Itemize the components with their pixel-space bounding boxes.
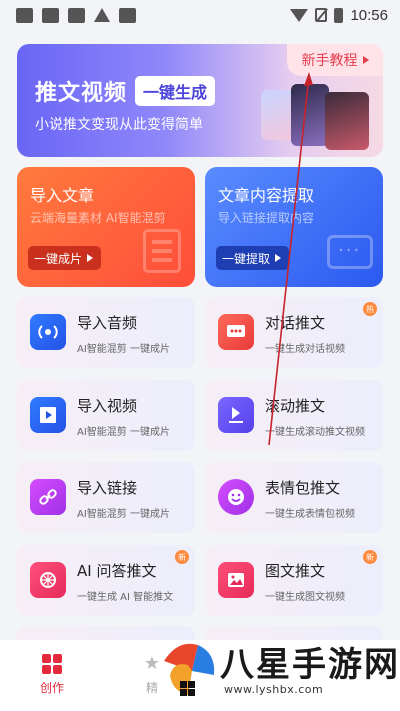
watermark-text: 八星手游网 <box>220 645 400 685</box>
link-icon <box>30 479 66 515</box>
ai-icon <box>30 562 66 598</box>
play-arrow-icon <box>362 56 369 64</box>
card-subtitle: 导入链接提取内容 <box>218 211 315 225</box>
tile-import-link[interactable]: 导入链接 AI智能混剪 一键成片 <box>17 462 195 533</box>
tile-import-audio[interactable]: 导入音频 AI智能混剪 一键成片 <box>17 297 195 368</box>
audio-icon <box>30 314 66 350</box>
banner-pill: 一键生成 <box>135 76 216 106</box>
banner-subtitle: 小说推文变现从此变得简单 <box>35 117 203 133</box>
emoji-icon <box>218 479 254 515</box>
wifi-icon <box>290 8 309 22</box>
message-icon <box>327 235 373 269</box>
notification-icon <box>119 7 136 23</box>
tile-dialog-tweet[interactable]: 对话推文 一键生成对话视频 热 <box>205 297 383 368</box>
card-title: 导入文章 <box>30 186 95 205</box>
button-label: 一键成片 <box>34 251 83 266</box>
watermark-logo-icon <box>164 643 215 696</box>
watermark: 八星手游网 www.lyshbx.com <box>158 623 398 711</box>
tile-title: 滚动推文 <box>265 397 326 415</box>
tutorial-button[interactable]: 新手教程 <box>287 44 383 76</box>
notification-icon <box>68 7 85 23</box>
new-badge: 新 <box>175 550 189 564</box>
tile-title: 对话推文 <box>265 314 326 332</box>
card-subtitle: 云端海量素材 AI智能混剪 <box>30 211 166 225</box>
tile-subtitle: 一键生成滚动推文视频 <box>265 427 365 438</box>
tile-title: AI 问答推文 <box>77 562 157 580</box>
film-icon <box>30 397 66 433</box>
banner-illustration <box>261 84 371 154</box>
image-icon <box>218 562 254 598</box>
nav-create[interactable]: 创作 <box>32 654 72 696</box>
notification-icon <box>16 7 33 23</box>
banner-title: 推文视频 <box>35 81 128 106</box>
tile-title: 表情包推文 <box>265 479 341 497</box>
nav-create-label: 创作 <box>39 681 64 695</box>
no-sim-icon <box>315 8 328 22</box>
create-grid-icon <box>42 654 62 674</box>
watermark-url: www.lyshbx.com <box>224 683 324 696</box>
hot-badge: 热 <box>363 302 377 316</box>
warning-icon <box>94 8 110 22</box>
tile-subtitle: 一键生成图文视频 <box>265 592 345 603</box>
button-label: 一键提取 <box>222 251 271 266</box>
tile-subtitle: AI智能混剪 一键成片 <box>77 427 170 438</box>
clock: 10:56 <box>350 6 388 24</box>
tutorial-label: 新手教程 <box>301 53 358 69</box>
tile-subtitle: AI智能混剪 一键成片 <box>77 344 170 355</box>
import-article-card[interactable]: 导入文章 云端海量素材 AI智能混剪 一键成片 <box>17 167 195 287</box>
tile-ai-qa-tweet[interactable]: AI 问答推文 一键生成 AI 智能推文 新 <box>17 545 195 616</box>
one-click-video-button[interactable]: 一键成片 <box>28 246 102 270</box>
tile-title: 导入音频 <box>77 314 138 332</box>
document-icon <box>143 229 181 273</box>
extract-article-card[interactable]: 文章内容提取 导入链接提取内容 一键提取 <box>205 167 383 287</box>
tile-subtitle: 一键生成 AI 智能推文 <box>77 592 174 603</box>
tile-title: 导入链接 <box>77 479 138 497</box>
tile-title: 导入视频 <box>77 397 138 415</box>
chat-icon <box>218 314 254 350</box>
status-bar: 10:56 <box>0 0 400 30</box>
battery-icon <box>334 7 344 23</box>
card-title: 文章内容提取 <box>218 186 315 205</box>
tile-import-video[interactable]: 导入视频 AI智能混剪 一键成片 <box>17 380 195 451</box>
tile-title: 图文推文 <box>265 562 326 580</box>
tile-emoji-tweet[interactable]: 表情包推文 一键生成表情包视频 <box>205 462 383 533</box>
notification-icon <box>42 7 59 23</box>
play-arrow-icon <box>87 254 94 262</box>
new-badge: 新 <box>363 550 377 564</box>
scroll-icon <box>218 397 254 433</box>
tile-subtitle: 一键生成表情包视频 <box>265 509 355 520</box>
tile-subtitle: 一键生成对话视频 <box>265 344 345 355</box>
tile-image-tweet[interactable]: 图文推文 一键生成图文视频 新 <box>205 545 383 616</box>
one-click-extract-button[interactable]: 一键提取 <box>216 246 290 270</box>
play-arrow-icon <box>275 254 282 262</box>
promo-banner[interactable]: 推文视频 一键生成 小说推文变现从此变得简单 新手教程 <box>17 44 383 157</box>
tile-subtitle: AI智能混剪 一键成片 <box>77 509 170 520</box>
tile-scroll-tweet[interactable]: 滚动推文 一键生成滚动推文视频 <box>205 380 383 451</box>
